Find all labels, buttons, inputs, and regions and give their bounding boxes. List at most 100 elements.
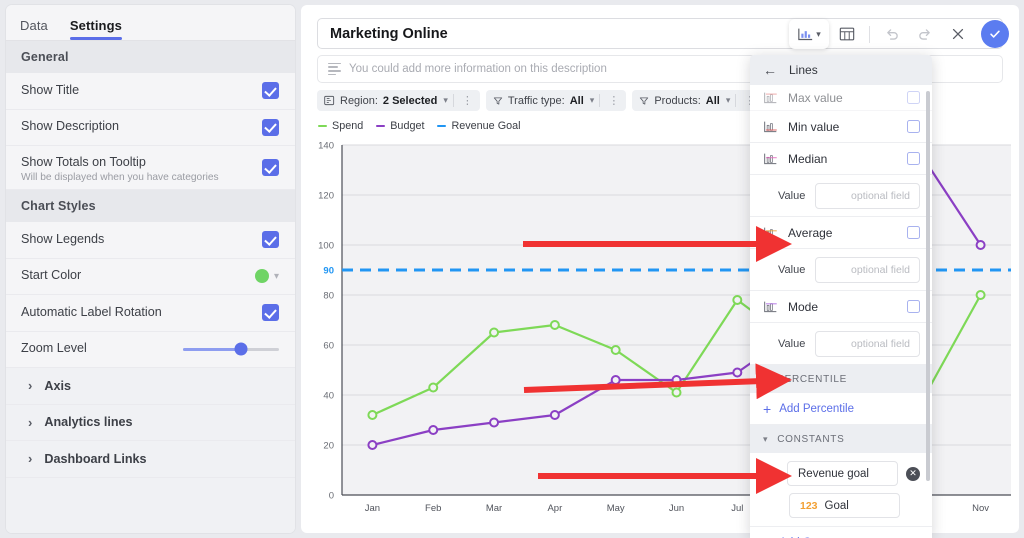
- chart-description-placeholder: You could add more information on this d…: [349, 63, 607, 75]
- chart-type-button[interactable]: ▾: [789, 19, 829, 49]
- chevron-right-icon: ›: [28, 378, 33, 394]
- chevron-down-icon: ▾: [763, 433, 769, 444]
- setting-row-label-rotation[interactable]: Automatic Label Rotation: [6, 295, 295, 332]
- plus-icon: +: [763, 400, 772, 417]
- show-description-label: Show Description: [21, 119, 119, 134]
- chevron-right-icon: ›: [28, 414, 33, 430]
- median-value-label: Value: [778, 189, 806, 202]
- zoom-level-slider[interactable]: [183, 342, 279, 356]
- tab-settings[interactable]: Settings: [69, 18, 123, 40]
- legend-item-budget[interactable]: Budget: [376, 120, 424, 132]
- svg-text:60: 60: [323, 341, 334, 352]
- panel-title: Lines: [789, 63, 818, 77]
- show-totals-text-group: Show Totals on Tooltip Will be displayed…: [21, 153, 219, 183]
- setting-row-zoom-level[interactable]: Zoom Level: [6, 331, 295, 368]
- mode-label: Mode: [788, 299, 819, 314]
- svg-text:Jul: Jul: [731, 503, 743, 514]
- dashboard-links-label: Dashboard Links: [44, 451, 147, 466]
- panel-row-min-value[interactable]: Min value: [750, 111, 932, 143]
- constant-name-input[interactable]: Revenue goal: [787, 461, 898, 486]
- show-totals-checkbox[interactable]: [262, 159, 279, 176]
- constant-value-input[interactable]: 123 Goal: [789, 493, 900, 518]
- mode-value-label: Value: [778, 337, 806, 350]
- confirm-button[interactable]: [981, 20, 1009, 48]
- percentile-section-title: PERCENTILE: [777, 373, 848, 385]
- average-checkbox[interactable]: [907, 226, 920, 239]
- median-checkbox[interactable]: [907, 152, 920, 165]
- svg-text:May: May: [607, 503, 625, 514]
- automatic-label-rotation-checkbox[interactable]: [262, 304, 279, 322]
- mode-checkbox[interactable]: [907, 300, 920, 313]
- median-label: Median: [788, 151, 828, 166]
- start-color-picker[interactable]: ▾: [254, 269, 279, 284]
- section-chart-styles-header: Chart Styles: [6, 190, 295, 222]
- analytics-lines-label: Analytics lines: [44, 415, 133, 430]
- average-label: Average: [788, 225, 833, 240]
- zoom-level-label: Zoom Level: [21, 341, 87, 356]
- section-percentile-header[interactable]: ▾ PERCENTILE: [750, 365, 932, 393]
- back-arrow-icon[interactable]: ←: [763, 63, 777, 77]
- close-button[interactable]: [943, 19, 973, 49]
- sidebar-item-axis[interactable]: › Axis: [6, 368, 295, 405]
- chart-title-text: Marketing Online: [330, 25, 448, 42]
- sidebar-item-analytics-lines[interactable]: › Analytics lines: [6, 404, 295, 441]
- remove-constant-button[interactable]: ✕: [906, 466, 920, 481]
- filter-chip-region[interactable]: Region: 2 Selected ▾ ⋮: [317, 90, 480, 111]
- constant-value-text: Goal: [824, 499, 849, 512]
- show-title-checkbox[interactable]: [262, 82, 279, 100]
- setting-row-show-totals[interactable]: Show Totals on Tooltip Will be displayed…: [6, 146, 295, 190]
- svg-text:90: 90: [323, 266, 334, 277]
- filter-chip-traffic-type[interactable]: Traffic type: All ▾ ⋮: [485, 90, 627, 111]
- max-value-checkbox[interactable]: [907, 91, 920, 104]
- panel-row-median[interactable]: Median: [750, 143, 932, 175]
- median-value-field-row: Value optional field: [750, 175, 932, 217]
- undo-button[interactable]: [877, 19, 907, 49]
- editor-toolbar: ▾: [789, 17, 1009, 51]
- min-value-checkbox[interactable]: [907, 120, 920, 133]
- add-percentile-button[interactable]: + Add Percentile: [750, 393, 932, 425]
- svg-text:140: 140: [318, 141, 334, 152]
- filter-traffic-menu-icon[interactable]: ⋮: [605, 94, 622, 107]
- panel-scrollbar[interactable]: [926, 91, 930, 481]
- filter-chip-products[interactable]: Products: All ▾ ⋮: [632, 90, 763, 111]
- mode-value-input[interactable]: optional field: [815, 330, 920, 357]
- undo-icon: [887, 29, 898, 40]
- legend-item-revenue-goal[interactable]: Revenue Goal: [437, 120, 521, 132]
- setting-row-start-color[interactable]: Start Color ▾: [6, 258, 295, 295]
- legend-item-spend[interactable]: Spend: [318, 120, 363, 132]
- svg-text:80: 80: [323, 291, 334, 302]
- max-value-icon: [764, 92, 777, 103]
- chevron-down-icon: ▾: [273, 270, 279, 282]
- setting-row-show-title[interactable]: Show Title: [6, 73, 295, 110]
- filter-region-menu-icon[interactable]: ⋮: [459, 94, 476, 107]
- setting-row-show-legends[interactable]: Show Legends: [6, 222, 295, 259]
- panel-row-mode[interactable]: Mode: [750, 291, 932, 323]
- table-view-button[interactable]: [832, 19, 862, 49]
- add-constant-button[interactable]: + Add Constant: [750, 527, 932, 538]
- show-description-checkbox[interactable]: [262, 118, 279, 136]
- sidebar-item-dashboard-links[interactable]: › Dashboard Links: [6, 441, 295, 478]
- constant-item: Revenue goal ✕ 123 Goal: [750, 453, 932, 527]
- constant-line-icon: [764, 467, 778, 479]
- setting-row-show-description[interactable]: Show Description: [6, 109, 295, 146]
- redo-button[interactable]: [910, 19, 940, 49]
- svg-text:0: 0: [329, 491, 334, 502]
- numeric-type-icon: 123: [800, 499, 818, 512]
- funnel-icon: [493, 96, 503, 105]
- mode-icon: [764, 301, 777, 312]
- average-value-label: Value: [778, 263, 806, 276]
- median-value-input[interactable]: optional field: [815, 182, 920, 209]
- panel-row-average[interactable]: Average: [750, 217, 932, 249]
- funnel-icon: [640, 96, 649, 105]
- table-icon: [839, 27, 855, 41]
- section-constants-header[interactable]: ▾ CONSTANTS: [750, 425, 932, 453]
- svg-text:Mar: Mar: [486, 503, 502, 514]
- average-value-input[interactable]: optional field: [815, 256, 920, 283]
- chevron-down-icon: ▾: [443, 95, 448, 105]
- tab-data[interactable]: Data: [20, 18, 48, 40]
- check-icon: [990, 30, 1000, 38]
- show-legends-checkbox[interactable]: [262, 231, 279, 249]
- filter-region-value: 2 Selected: [382, 94, 438, 107]
- panel-row-max-value[interactable]: Max value: [750, 85, 932, 111]
- slider-thumb[interactable]: [234, 342, 248, 356]
